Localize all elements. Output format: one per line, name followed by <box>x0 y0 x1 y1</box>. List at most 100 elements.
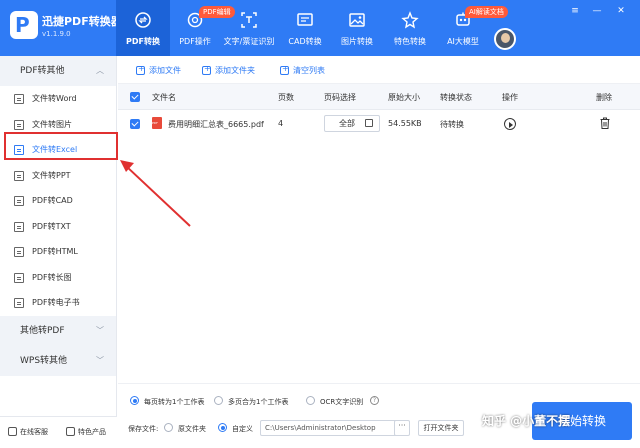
sidebar: PDF转其他 ︿ 文件转Word 文件转图片 文件转Excel 文件转PPT P… <box>0 56 117 448</box>
clear-list-button[interactable]: 清空列表 <box>280 64 325 76</box>
file-status: 待转换 <box>440 120 464 129</box>
pdf-file-icon <box>152 117 162 129</box>
save-path-field[interactable]: C:\Users\Administrator\Desktop <box>260 420 408 436</box>
option-ocr: OCR文字识别 <box>320 398 364 406</box>
radio-original-folder[interactable] <box>164 423 173 432</box>
chevron-up-icon: ︿ <box>96 66 104 75</box>
radio-per-page-sheet[interactable] <box>130 396 139 405</box>
add-file-label: 添加文件 <box>149 66 181 75</box>
nav-ocr[interactable]: 文字/票证识别 <box>222 0 276 56</box>
ocr-icon <box>241 12 257 28</box>
app-version: v1.1.9.0 <box>42 30 71 38</box>
header-name: 文件名 <box>152 93 176 102</box>
header-pages: 页数 <box>278 93 294 102</box>
html-icon <box>14 247 24 257</box>
close-icon[interactable]: ✕ <box>614 4 628 18</box>
option-original-folder: 原文件夹 <box>178 425 206 433</box>
help-icon[interactable]: ? <box>370 396 379 405</box>
sidebar-footer: 在线客服 特色产品 <box>0 416 117 448</box>
chevron-down-icon: ﹀ <box>96 325 104 335</box>
option-per-page-sheet: 每页转为1个工作表 <box>144 398 205 406</box>
sidebar-item-label: 文件转图片 <box>32 119 72 129</box>
clear-list-label: 清空列表 <box>293 66 325 75</box>
products-link[interactable]: 特色产品 <box>66 427 106 437</box>
sidebar-item-label: PDF转TXT <box>32 221 71 231</box>
products-label: 特色产品 <box>78 428 106 436</box>
add-folder-icon <box>202 64 211 75</box>
option-merge-sheet: 多页合为1个工作表 <box>228 398 289 406</box>
nav-special[interactable]: 特色转换 <box>383 0 437 56</box>
watermark: 知乎 @小董不摆 <box>482 414 571 428</box>
add-folder-button[interactable]: 添加文件夹 <box>202 64 255 76</box>
app-logo: P <box>10 11 38 39</box>
header-action: 操作 <box>502 93 518 102</box>
radio-ocr[interactable] <box>306 396 315 405</box>
picture-icon <box>14 119 24 130</box>
page-select-value: 全部 <box>339 119 355 128</box>
sidebar-item-label: PDF转电子书 <box>32 298 80 307</box>
page-select-button[interactable]: 全部 <box>324 115 380 132</box>
category-pdf-to-other[interactable]: PDF转其他 ︿ <box>0 56 116 86</box>
save-label: 保存文件: <box>128 425 159 433</box>
nav-label: PDF操作 <box>179 37 211 46</box>
select-all-checkbox[interactable] <box>130 92 140 102</box>
sidebar-item-label: PDF转CAD <box>32 196 73 205</box>
headset-icon <box>8 427 17 436</box>
nav-image[interactable]: 图片转换 <box>330 0 384 56</box>
minimize-icon[interactable]: — <box>590 4 604 18</box>
chevron-down-icon: ﹀ <box>96 355 104 365</box>
menu-icon[interactable]: ≡ <box>568 4 582 18</box>
table-header: 文件名 页数 页码选择 原始大小 转换状态 操作 删除 <box>118 84 640 110</box>
row-checkbox[interactable] <box>130 119 140 129</box>
convert-icon <box>135 12 151 28</box>
support-link[interactable]: 在线客服 <box>8 427 48 437</box>
ebook-icon <box>14 298 24 308</box>
sidebar-item-label: PDF转HTML <box>32 247 78 256</box>
gift-icon <box>66 427 75 436</box>
txt-icon <box>14 221 24 232</box>
ppt-icon <box>14 170 24 181</box>
logo-letter: P <box>15 13 30 37</box>
play-icon[interactable] <box>504 118 516 130</box>
sidebar-item-word[interactable]: 文件转Word <box>0 86 116 112</box>
nav-label: 特色转换 <box>394 37 426 46</box>
add-folder-label: 添加文件夹 <box>215 66 255 75</box>
category-wps-to-other[interactable]: WPS转其他 ﹀ <box>0 345 116 376</box>
trash-icon[interactable] <box>600 117 610 129</box>
file-size: 54.55KB <box>388 119 422 128</box>
sidebar-item-ebook[interactable]: PDF转电子书 <box>0 290 116 316</box>
sidebar-item-html[interactable]: PDF转HTML <box>0 239 116 265</box>
support-label: 在线客服 <box>20 428 48 436</box>
nav-label: PDF转换 <box>126 37 160 46</box>
category-label: 其他转PDF <box>20 325 65 336</box>
category-label: WPS转其他 <box>20 355 68 366</box>
sidebar-item-cad[interactable]: PDF转CAD <box>0 188 116 214</box>
radio-merge-sheet[interactable] <box>214 396 223 405</box>
category-label: PDF转其他 <box>20 66 65 76</box>
sidebar-item-label: 文件转Word <box>32 94 77 103</box>
word-icon <box>14 94 24 104</box>
sidebar-item-long-image[interactable]: PDF转长图 <box>0 265 116 291</box>
file-pages: 4 <box>278 119 284 128</box>
cad-icon <box>297 13 313 26</box>
nav-cad[interactable]: CAD转换 <box>278 0 332 56</box>
nav-label: CAD转换 <box>288 37 322 46</box>
nav-label: 图片转换 <box>341 37 373 46</box>
add-file-button[interactable]: 添加文件 <box>136 64 181 76</box>
edit-icon <box>365 119 373 127</box>
sidebar-item-ppt[interactable]: 文件转PPT <box>0 163 116 189</box>
nav-pdf-convert[interactable]: PDF转换 <box>116 0 170 56</box>
open-folder-button[interactable]: 打开文件夹 <box>418 420 464 436</box>
header-size: 原始大小 <box>388 93 420 102</box>
image-icon <box>349 13 365 27</box>
browse-button[interactable]: ··· <box>394 420 410 436</box>
nav-label: AI大模型 <box>447 37 479 46</box>
sidebar-item-label: PDF转长图 <box>32 272 72 282</box>
sidebar-item-label: 文件转PPT <box>32 170 71 180</box>
radio-custom-folder[interactable] <box>218 423 227 432</box>
category-other-to-pdf[interactable]: 其他转PDF ﹀ <box>0 315 116 346</box>
avatar[interactable] <box>494 28 516 50</box>
header-delete: 删除 <box>596 93 612 102</box>
sidebar-item-txt[interactable]: PDF转TXT <box>0 214 116 240</box>
annotation-highlight <box>4 132 118 160</box>
